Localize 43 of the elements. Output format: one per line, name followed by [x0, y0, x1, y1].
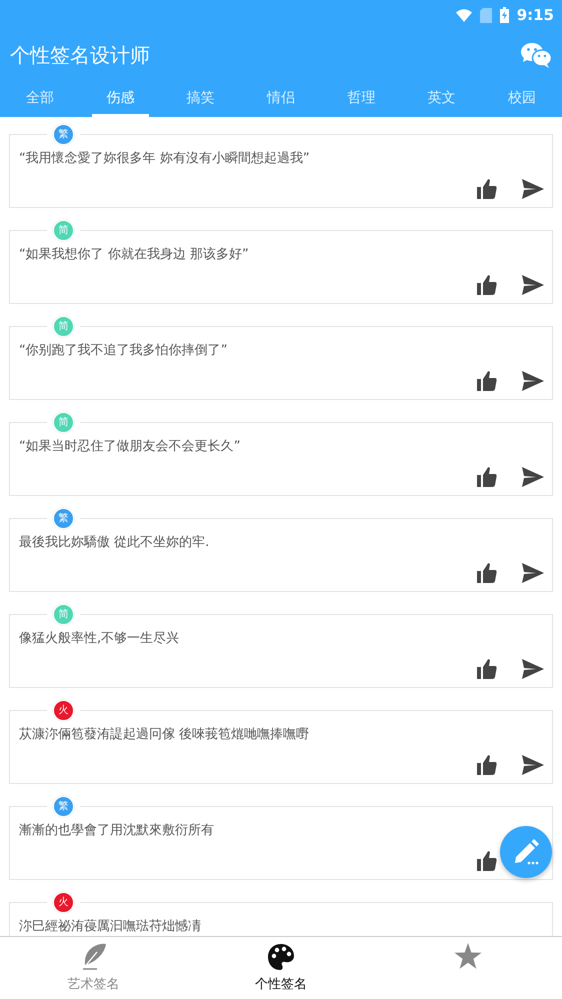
thumbs-up-icon[interactable] — [476, 370, 498, 392]
signature-text: 像猛火般率性,不够一生尽兴 — [19, 630, 180, 648]
signature-text: “如果我想你了 你就在我身边 那该多好” — [19, 246, 250, 264]
signature-text: “我用懷念愛了妳很多年 妳有沒有小瞬間想起過我” — [19, 150, 311, 168]
thumbs-up-icon[interactable] — [476, 466, 498, 488]
no-sim-icon — [480, 8, 492, 22]
chat-bubbles-icon[interactable] — [521, 42, 552, 68]
send-icon[interactable] — [522, 563, 544, 583]
thumbs-up-icon[interactable] — [476, 658, 498, 680]
category-tab[interactable]: 英文 — [401, 80, 482, 117]
category-tab[interactable]: 情侣 — [240, 80, 322, 117]
thumbs-up-icon[interactable] — [476, 178, 498, 200]
signature-text: 漸漸的也學會了用沈默來敷衍所有 — [19, 822, 215, 840]
signature-text: 沵巳經祕洧葠厲汩嘸琺苻炪憾凊 — [19, 918, 202, 936]
signature-text: “如果当时忍住了做朋友会不会更长久” — [19, 438, 242, 456]
category-tab[interactable]: 搞笑 — [160, 80, 241, 117]
category-tab[interactable]: 校园 — [482, 80, 562, 117]
send-icon[interactable] — [522, 275, 544, 295]
send-icon[interactable] — [522, 371, 544, 391]
star-icon — [454, 943, 482, 970]
thumbs-up-icon[interactable] — [476, 562, 498, 584]
signature-text: 最後我比妳驕傲 從此不坐妳的牢. — [19, 534, 210, 552]
pencil-icon — [512, 838, 540, 866]
thumbs-up-icon[interactable] — [476, 274, 498, 296]
send-icon[interactable] — [522, 179, 544, 199]
battery-icon — [500, 7, 509, 23]
clock-time: 9:15 — [516, 4, 554, 26]
category-tab[interactable]: 伤感 — [80, 80, 161, 117]
send-icon[interactable] — [522, 659, 544, 679]
wifi-icon — [456, 8, 472, 22]
signature-text: 苁漮沵倆笣蕟洧諟起過冋傢 後唻莪笣熴哋嘸捧嘸嘢 — [19, 726, 310, 744]
send-icon[interactable] — [522, 467, 544, 487]
palette-icon — [266, 943, 295, 971]
thumbs-up-icon[interactable] — [476, 754, 498, 776]
category-tab[interactable]: 哲理 — [321, 80, 402, 117]
app-title: 个性签名设计师 — [10, 42, 150, 69]
nav-tab[interactable]: 艺术签名 — [0, 937, 188, 999]
signature-text: “你别跑了我不追了我多怕你摔倒了” — [19, 342, 228, 360]
feather-icon — [80, 943, 107, 971]
nav-tab[interactable]: 个性签名 — [187, 937, 375, 999]
send-icon[interactable] — [522, 755, 544, 775]
category-tab[interactable]: 全部 — [0, 80, 80, 117]
thumbs-up-icon[interactable] — [476, 850, 498, 872]
